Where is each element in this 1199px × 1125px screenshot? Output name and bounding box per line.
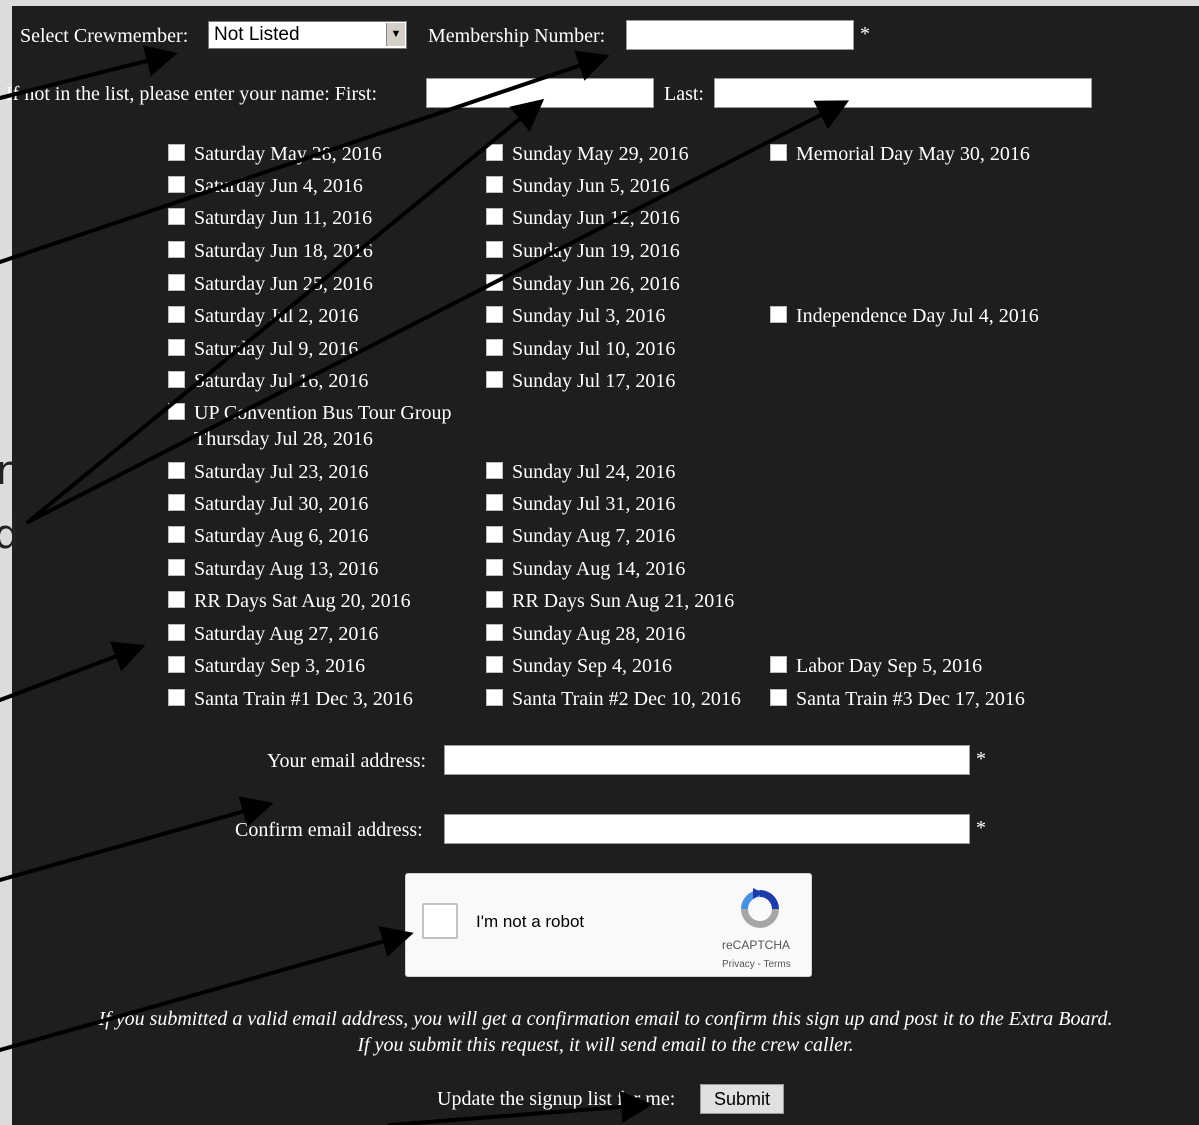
arrow-to-last-name-field	[26, 100, 850, 524]
arrow-to-date-checkboxes	[0, 641, 146, 702]
arrow-to-crewmember-select	[0, 45, 178, 100]
arrow-to-email-fields	[0, 796, 274, 882]
annotation-arrows	[0, 45, 850, 1125]
arrow-to-recaptcha	[0, 926, 414, 1052]
arrow-to-membership-field	[0, 50, 610, 264]
arrow-to-submit-button	[388, 1090, 653, 1125]
